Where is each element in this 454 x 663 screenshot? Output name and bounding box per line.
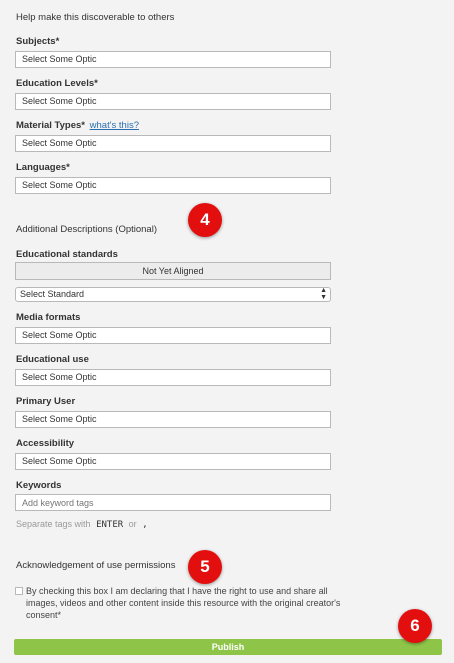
section-subtitle: Help make this discoverable to others [16, 12, 175, 23]
primary-user-select[interactable]: Select Some Optic [15, 411, 331, 428]
whats-this-link[interactable]: what's this? [90, 120, 139, 131]
educational-use-label: Educational use [16, 354, 89, 365]
standard-select[interactable]: Select Standard ▲ ▼ [15, 287, 331, 302]
material-types-label: Material Types* what's this? [16, 120, 139, 131]
languages-label: Languages* [16, 162, 70, 173]
education-levels-select[interactable]: Select Some Optic [15, 93, 331, 110]
publish-button[interactable]: Publish [14, 639, 442, 655]
keywords-hint: Separate tags with ENTER or , [16, 519, 148, 530]
subjects-label: Subjects* [16, 36, 60, 47]
accessibility-label: Accessibility [16, 438, 75, 449]
additional-descriptions-heading: Additional Descriptions (Optional) [16, 224, 157, 235]
alignment-status: Not Yet Aligned [15, 262, 331, 280]
callout-badge-5: 5 [188, 550, 222, 584]
standard-select-value: Select Standard [20, 289, 85, 299]
consent-text: By checking this box I am declaring that… [26, 586, 341, 620]
enter-key: ENTER [96, 520, 124, 530]
media-formats-select[interactable]: Select Some Optic [15, 327, 331, 344]
keywords-hint-prefix: Separate tags with [16, 519, 91, 529]
material-types-select[interactable]: Select Some Optic [15, 135, 331, 152]
educational-standards-label: Educational standards [16, 249, 118, 260]
keywords-input[interactable] [15, 494, 331, 511]
languages-select[interactable]: Select Some Optic [15, 177, 331, 194]
keywords-label: Keywords [16, 480, 62, 491]
consent-checkbox[interactable] [15, 587, 23, 595]
accessibility-select[interactable]: Select Some Optic [15, 453, 331, 470]
callout-badge-6: 6 [398, 609, 432, 643]
comma-key: , [142, 520, 148, 530]
primary-user-label: Primary User [16, 396, 76, 407]
additional-descriptions-title: Additional Descriptions [16, 224, 113, 235]
acknowledgement-title: Acknowledgement of use permissions [16, 560, 176, 571]
callout-badge-4: 4 [188, 203, 222, 237]
educational-use-select[interactable]: Select Some Optic [15, 369, 331, 386]
media-formats-label: Media formats [16, 312, 81, 323]
material-types-label-text: Material Types* [16, 120, 85, 131]
select-arrows-icon: ▲ ▼ [320, 287, 327, 301]
optional-tag: (Optional) [115, 224, 157, 235]
subjects-select[interactable]: Select Some Optic [15, 51, 331, 68]
education-levels-label: Education Levels* [16, 78, 98, 89]
keywords-hint-or: or [128, 519, 137, 529]
